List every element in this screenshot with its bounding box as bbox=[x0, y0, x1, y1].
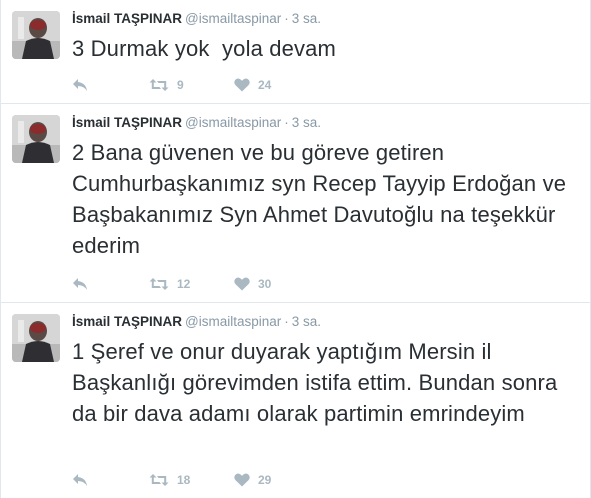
author-fullname[interactable]: İsmail TAŞPINAR bbox=[72, 115, 182, 130]
tweet[interactable]: İsmail TAŞPINAR @ismailtaspinar · 3 sa. 3 D… bbox=[1, 0, 590, 104]
reply-button[interactable] bbox=[72, 274, 88, 294]
tweet-actions: 9 24 bbox=[72, 75, 572, 95]
header-separator: · bbox=[284, 11, 289, 26]
tweet[interactable]: İsmail TAŞPINAR @ismailtaspinar · 3 sa. 1 Ş… bbox=[1, 303, 590, 498]
author-username[interactable]: @ismailtaspinar bbox=[185, 115, 281, 130]
heart-icon bbox=[234, 473, 250, 487]
reply-icon bbox=[72, 277, 88, 291]
like-button[interactable]: 30 bbox=[234, 274, 271, 294]
retweet-icon bbox=[149, 78, 169, 92]
retweet-button[interactable]: 18 bbox=[149, 470, 190, 490]
retweet-count: 18 bbox=[177, 473, 191, 487]
avatar[interactable] bbox=[12, 115, 60, 163]
tweet-actions: 12 30 bbox=[72, 274, 572, 294]
like-count: 29 bbox=[258, 473, 272, 487]
like-count: 30 bbox=[258, 277, 272, 291]
retweet-icon bbox=[149, 277, 169, 291]
tweet-header: İsmail TAŞPINAR @ismailtaspinar · 3 sa. bbox=[72, 313, 321, 331]
author-fullname[interactable]: İsmail TAŞPINAR bbox=[72, 314, 182, 329]
retweet-count: 9 bbox=[177, 78, 184, 92]
retweet-button[interactable]: 9 bbox=[149, 75, 184, 95]
tweet-timeline: İsmail TAŞPINAR @ismailtaspinar · 3 sa. 3 D… bbox=[0, 0, 591, 498]
author-fullname[interactable]: İsmail TAŞPINAR bbox=[72, 11, 182, 26]
tweet-text: 2 Bana güvenen ve bu göreve getiren Cumh… bbox=[72, 140, 573, 258]
tweet-header: İsmail TAŞPINAR @ismailtaspinar · 3 sa. bbox=[72, 114, 321, 132]
reply-icon bbox=[72, 473, 88, 487]
like-button[interactable]: 29 bbox=[234, 470, 271, 490]
tweet[interactable]: İsmail TAŞPINAR @ismailtaspinar · 3 sa. 2 B… bbox=[1, 104, 590, 303]
author-username[interactable]: @ismailtaspinar bbox=[185, 11, 281, 26]
like-button[interactable]: 24 bbox=[234, 75, 271, 95]
header-separator: · bbox=[284, 115, 289, 130]
tweet-timestamp[interactable]: 3 sa. bbox=[292, 115, 321, 130]
avatar[interactable] bbox=[12, 11, 60, 59]
reply-icon bbox=[72, 78, 88, 92]
retweet-icon bbox=[149, 473, 169, 487]
heart-icon bbox=[234, 277, 250, 291]
retweet-button[interactable]: 12 bbox=[149, 274, 190, 294]
tweet-actions: 18 29 bbox=[72, 470, 572, 490]
avatar[interactable] bbox=[12, 314, 60, 362]
retweet-count: 12 bbox=[177, 277, 191, 291]
heart-icon bbox=[234, 78, 250, 92]
reply-button[interactable] bbox=[72, 470, 88, 490]
tweet-header: İsmail TAŞPINAR @ismailtaspinar · 3 sa. bbox=[72, 10, 321, 28]
tweet-timestamp[interactable]: 3 sa. bbox=[292, 11, 321, 26]
reply-button[interactable] bbox=[72, 75, 88, 95]
like-count: 24 bbox=[258, 78, 272, 92]
tweet-timestamp[interactable]: 3 sa. bbox=[292, 314, 321, 329]
author-username[interactable]: @ismailtaspinar bbox=[185, 314, 281, 329]
header-separator: · bbox=[284, 314, 289, 329]
tweet-text: 3 Durmak yok yola devam bbox=[72, 36, 337, 61]
tweet-text: 1 Şeref ve onur duyarak yaptığım Mersin … bbox=[72, 339, 564, 426]
